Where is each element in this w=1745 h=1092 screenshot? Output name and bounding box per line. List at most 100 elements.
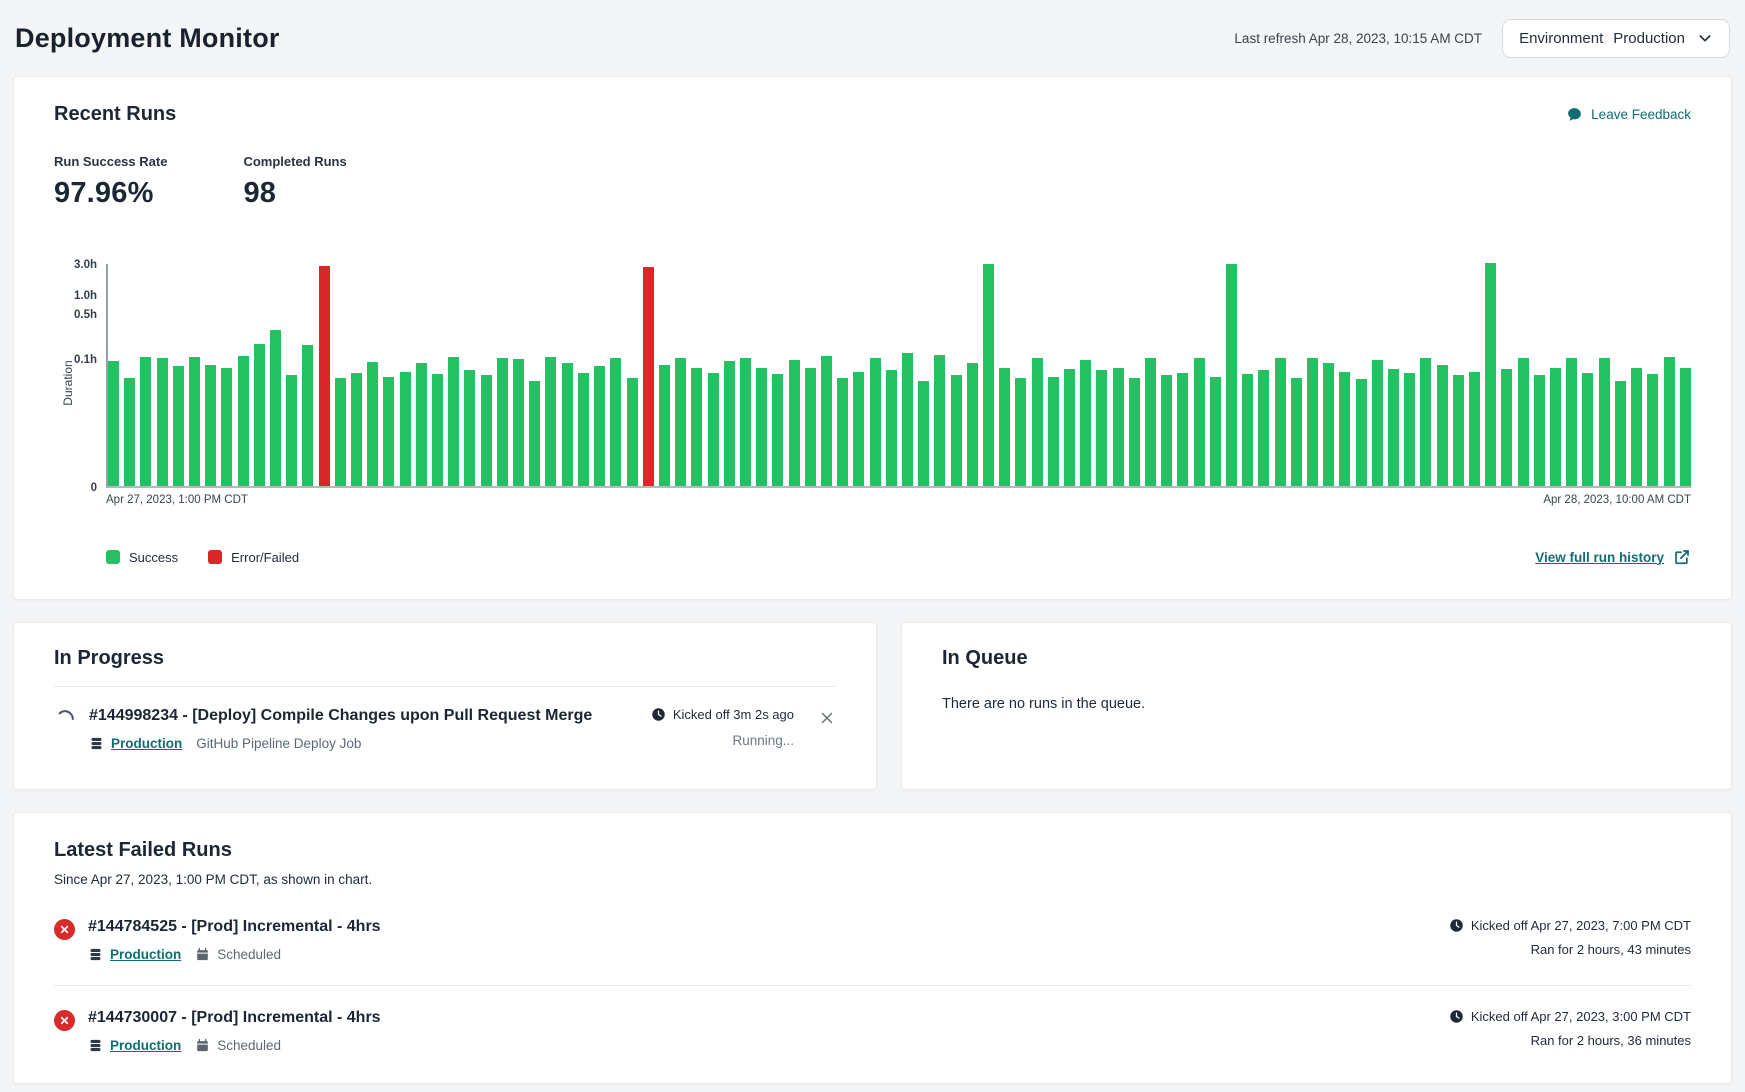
chart-bar-success[interactable] — [1404, 373, 1415, 486]
chart-bar-success[interactable] — [1615, 381, 1626, 486]
chart-bar-failed[interactable] — [319, 266, 330, 486]
chart-bar-success[interactable] — [1032, 358, 1043, 486]
chart-bar-success[interactable] — [1518, 358, 1529, 486]
chart-bar-success[interactable] — [1453, 375, 1464, 486]
chart-bar-success[interactable] — [286, 375, 297, 486]
chart-bar-success[interactable] — [1566, 358, 1577, 486]
chart-bar-success[interactable] — [270, 330, 281, 486]
chart-bar-success[interactable] — [837, 378, 848, 486]
chart-bar-success[interactable] — [1647, 374, 1658, 486]
chart-bar-success[interactable] — [902, 353, 913, 486]
chart-bar-success[interactable] — [1680, 368, 1691, 486]
chart-bar-success[interactable] — [772, 374, 783, 486]
chart-bar-success[interactable] — [1113, 368, 1124, 486]
chart-bar-success[interactable] — [464, 370, 475, 486]
chart-bar-success[interactable] — [805, 368, 816, 486]
environment-dropdown[interactable]: Environment Production — [1502, 19, 1730, 58]
chart-bar-success[interactable] — [1437, 365, 1448, 486]
chart-bar-success[interactable] — [1323, 363, 1334, 486]
chart-bar-success[interactable] — [124, 378, 135, 486]
chart-bar-success[interactable] — [1485, 263, 1496, 486]
environment-link[interactable]: Production — [88, 947, 181, 962]
chart-bar-success[interactable] — [400, 372, 411, 486]
chart-bar-success[interactable] — [675, 358, 686, 486]
chart-bar-success[interactable] — [918, 381, 929, 486]
chart-bar-success[interactable] — [367, 362, 378, 486]
chart-bar-success[interactable] — [821, 356, 832, 486]
chart-bar-success[interactable] — [1372, 360, 1383, 486]
chart-bar-success[interactable] — [1048, 377, 1059, 486]
chart-bar-success[interactable] — [173, 366, 184, 486]
chart-bar-success[interactable] — [1242, 374, 1253, 486]
chart-bar-success[interactable] — [481, 375, 492, 486]
chart-bar-success[interactable] — [1469, 372, 1480, 486]
chart-bar-success[interactable] — [562, 363, 573, 486]
chart-bar-success[interactable] — [578, 373, 589, 486]
chart-bar-success[interactable] — [1258, 370, 1269, 486]
chart-bar-success[interactable] — [1388, 369, 1399, 486]
chart-bar-success[interactable] — [1291, 378, 1302, 486]
chart-bar-success[interactable] — [1599, 358, 1610, 486]
chart-bar-success[interactable] — [1129, 378, 1140, 486]
chart-bar-success[interactable] — [934, 355, 945, 487]
chart-bar-success[interactable] — [610, 358, 621, 486]
chart-bar-failed[interactable] — [643, 267, 654, 486]
chart-bar-success[interactable] — [351, 373, 362, 486]
chart-bar-success[interactable] — [1582, 373, 1593, 486]
chart-bar-success[interactable] — [1096, 370, 1107, 486]
chart-bar-success[interactable] — [1064, 369, 1075, 486]
chart-bar-success[interactable] — [189, 357, 200, 486]
chart-bar-success[interactable] — [545, 357, 556, 486]
view-full-run-history-link[interactable]: View full run history — [1535, 548, 1691, 566]
chart-bar-success[interactable] — [1501, 369, 1512, 486]
environment-link[interactable]: Production — [88, 1038, 181, 1053]
environment-link[interactable]: Production — [89, 736, 182, 751]
chart-bar-success[interactable] — [1550, 368, 1561, 486]
chart-bar-success[interactable] — [1177, 373, 1188, 486]
chart-bar-success[interactable] — [870, 358, 881, 486]
chart-bar-success[interactable] — [140, 357, 151, 486]
chart-bar-success[interactable] — [1534, 375, 1545, 486]
chart-bar-success[interactable] — [529, 381, 540, 486]
chart-bar-success[interactable] — [1339, 372, 1350, 486]
chart-bar-success[interactable] — [221, 368, 232, 486]
chart-bar-success[interactable] — [108, 361, 119, 486]
chart-bar-success[interactable] — [497, 358, 508, 486]
chart-bar-success[interactable] — [238, 356, 249, 486]
chart-bar-success[interactable] — [789, 360, 800, 486]
leave-feedback-link[interactable]: Leave Feedback — [1566, 106, 1691, 123]
chart-bar-success[interactable] — [157, 358, 168, 486]
chart-bar-success[interactable] — [708, 373, 719, 486]
chart-bar-success[interactable] — [1080, 360, 1091, 486]
chart-bar-success[interactable] — [383, 377, 394, 486]
chart-bar-success[interactable] — [1161, 375, 1172, 486]
chart-bar-success[interactable] — [853, 372, 864, 486]
chart-bar-success[interactable] — [513, 359, 524, 486]
chart-bar-success[interactable] — [1194, 358, 1205, 486]
chart-bar-success[interactable] — [967, 363, 978, 486]
chart-bar-success[interactable] — [756, 368, 767, 486]
chart-bar-success[interactable] — [1664, 357, 1675, 486]
chart-bar-success[interactable] — [254, 344, 265, 486]
chart-bar-success[interactable] — [594, 366, 605, 486]
chart-bar-success[interactable] — [740, 358, 751, 486]
chart-bar-success[interactable] — [627, 378, 638, 486]
chart-bar-success[interactable] — [1356, 379, 1367, 486]
chart-bar-success[interactable] — [1015, 378, 1026, 486]
chart-bar-success[interactable] — [335, 378, 346, 486]
chart-bar-success[interactable] — [983, 264, 994, 486]
close-icon[interactable] — [818, 709, 836, 727]
chart-bar-success[interactable] — [1275, 358, 1286, 486]
chart-bar-success[interactable] — [1145, 358, 1156, 486]
chart-bar-success[interactable] — [302, 345, 313, 486]
chart-bar-success[interactable] — [1420, 358, 1431, 486]
chart-bar-success[interactable] — [999, 368, 1010, 486]
chart-bar-success[interactable] — [448, 357, 459, 486]
chart-bar-success[interactable] — [724, 361, 735, 486]
chart-bar-success[interactable] — [1210, 377, 1221, 486]
chart-bar-success[interactable] — [691, 368, 702, 486]
chart-bar-success[interactable] — [432, 374, 443, 486]
chart-bar-success[interactable] — [1631, 368, 1642, 486]
chart-bar-success[interactable] — [1226, 264, 1237, 486]
chart-bar-success[interactable] — [1307, 358, 1318, 486]
